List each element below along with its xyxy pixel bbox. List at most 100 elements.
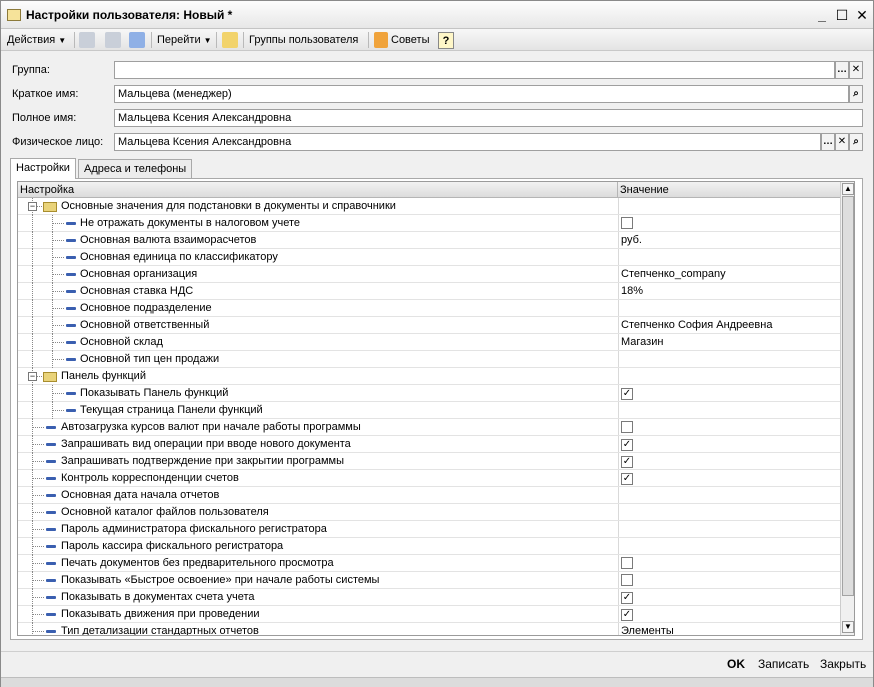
table-row[interactable]: Запрашивать вид операции при вводе новог… [18,436,840,453]
table-row[interactable]: Основная дата начала отчетов [18,487,840,504]
group-select-button[interactable]: … [835,61,849,79]
checkbox-unchecked[interactable] [621,217,633,229]
column-header-setting[interactable]: Настройка [20,184,74,196]
checkbox-unchecked[interactable] [621,574,633,586]
minimize-button[interactable]: _ [813,7,831,23]
setting-value-cell[interactable]: Магазин [618,334,840,350]
table-row[interactable]: Контроль корреспонденции счетов ✓ [18,470,840,487]
tips-icon[interactable] [374,32,388,48]
scroll-thumb[interactable] [842,196,854,596]
column-header-value[interactable]: Значение [620,184,669,196]
table-row[interactable]: Пароль кассира фискального регистратора [18,538,840,555]
table-row[interactable]: Пароль администратора фискального регист… [18,521,840,538]
table-row[interactable]: Не отражать документы в налоговом учете [18,215,840,232]
table-row[interactable]: Показывать Панель функций ✓ [18,385,840,402]
actions-menu-button[interactable]: Действия ▼ [7,32,66,49]
table-row[interactable]: Показывать «Быстрое освоение» при начале… [18,572,840,589]
setting-value-cell[interactable] [618,487,840,503]
setting-value-cell[interactable] [618,351,840,367]
collapse-icon[interactable]: − [28,202,37,211]
back-icon[interactable] [79,32,95,48]
table-row[interactable]: Показывать в документах счета учета ✓ [18,589,840,606]
setting-value-cell[interactable] [618,249,840,265]
table-row[interactable]: Показывать движения при проведении ✓ [18,606,840,623]
checkbox-checked[interactable]: ✓ [621,388,633,400]
group-clear-icon[interactable]: ✕ [849,61,863,79]
setting-value-cell[interactable] [618,419,840,435]
tab-addresses-phones[interactable]: Адреса и телефоны [78,159,193,178]
maximize-button[interactable]: ☐ [833,7,851,23]
table-row[interactable]: Основной тип цен продажи [18,351,840,368]
setting-value-cell[interactable]: ✓ [618,470,840,486]
user-icon[interactable] [222,32,238,48]
save-button[interactable]: Записать [758,657,809,671]
setting-value-cell[interactable] [618,215,840,231]
vertical-scrollbar[interactable]: ▲ ▼ [840,182,854,635]
table-row[interactable]: Запрашивать подтверждение при закрытии п… [18,453,840,470]
setting-value-cell[interactable] [618,572,840,588]
setting-value-cell[interactable] [618,402,840,418]
structure-icon[interactable] [105,32,121,48]
table-row[interactable]: Основной ответственный Степченко София Ан… [18,317,840,334]
table-row[interactable]: Основной склад Магазин [18,334,840,351]
checkbox-unchecked[interactable] [621,557,633,569]
setting-value-cell[interactable]: руб. [618,232,840,248]
table-row[interactable]: Основное подразделение [18,300,840,317]
short-name-field[interactable]: Мальцева (менеджер) [114,85,849,103]
full-name-field[interactable]: Мальцева Ксения Александровна [114,109,863,127]
setting-value-cell[interactable] [618,300,840,316]
setting-value-cell[interactable]: Степченко_company [618,266,840,282]
checkbox-checked[interactable]: ✓ [621,592,633,604]
checkbox-checked[interactable]: ✓ [621,473,633,485]
table-row[interactable]: Основная ставка НДС 18% [18,283,840,300]
table-row[interactable]: Основная валюта взаиморасчетов руб. [18,232,840,249]
person-select-button[interactable]: … [821,133,835,151]
scroll-down-icon[interactable]: ▼ [842,621,854,633]
tab-settings[interactable]: Настройки [10,158,76,179]
setting-value-cell[interactable] [618,504,840,520]
group-field[interactable] [114,61,835,79]
person-clear-icon[interactable]: ✕ [835,133,849,151]
table-row[interactable]: Основной каталог файлов пользователя [18,504,840,521]
table-row[interactable]: Основная единица по классификатору [18,249,840,266]
tree-folder-row[interactable]: − Основные значения для подстановки в док… [18,198,840,215]
setting-value-cell[interactable]: Элементы [618,623,840,635]
refresh-icon[interactable] [129,32,145,48]
setting-value-cell[interactable]: ✓ [618,589,840,605]
setting-value-cell[interactable] [618,521,840,537]
column-divider[interactable] [617,182,618,198]
tips-button[interactable]: Советы [391,32,429,49]
person-field[interactable]: Мальцева Ксения Александровна [114,133,821,151]
close-icon[interactable]: ✕ [853,7,871,23]
table-row[interactable]: Автозагрузка курсов валют при начале раб… [18,419,840,436]
search-icon[interactable]: ⌕ [849,85,863,103]
setting-value-cell[interactable]: ✓ [618,436,840,452]
table-row[interactable]: Тип детализации стандартных отчетов Элеме… [18,623,840,635]
setting-value-cell[interactable]: ✓ [618,385,840,401]
setting-value-cell[interactable] [618,198,840,214]
checkbox-checked[interactable]: ✓ [621,439,633,451]
title-bar[interactable]: Настройки пользователя: Новый * _ ☐ ✕ [1,1,873,29]
setting-value-cell[interactable]: 18% [618,283,840,299]
tree-folder-row[interactable]: − Панель функций [18,368,840,385]
checkbox-checked[interactable]: ✓ [621,456,633,468]
help-icon[interactable]: ? [438,32,454,49]
checkbox-unchecked[interactable] [621,421,633,433]
table-row[interactable]: Текущая страница Панели функций [18,402,840,419]
setting-value-cell[interactable]: Степченко София Андреевна [618,317,840,333]
table-row[interactable]: Печать документов без предварительного п… [18,555,840,572]
close-button[interactable]: Закрыть [820,657,866,671]
setting-value-cell[interactable]: ✓ [618,453,840,469]
setting-value-cell[interactable] [618,368,840,384]
ok-button[interactable]: OK [727,657,745,671]
user-groups-button[interactable]: Группы пользователя [249,32,358,49]
setting-value-cell[interactable]: ✓ [618,606,840,622]
search-icon[interactable]: ⌕ [849,133,863,151]
scroll-up-icon[interactable]: ▲ [842,183,854,195]
checkbox-checked[interactable]: ✓ [621,609,633,621]
setting-value-cell[interactable] [618,555,840,571]
table-row[interactable]: Основная организация Степченко_company [18,266,840,283]
goto-menu-button[interactable]: Перейти ▼ [157,32,212,49]
collapse-icon[interactable]: − [28,372,37,381]
setting-value-cell[interactable] [618,538,840,554]
